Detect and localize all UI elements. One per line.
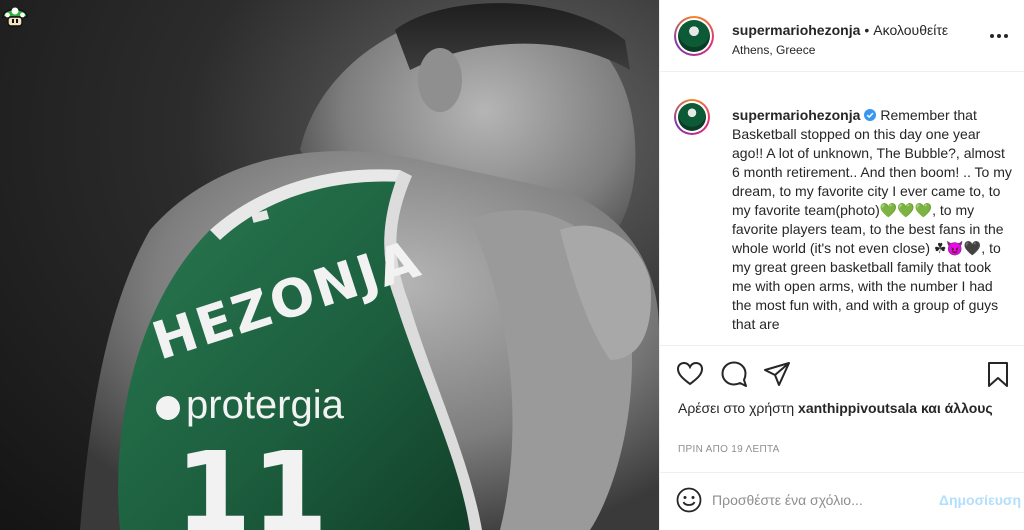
post-actions (660, 345, 1024, 395)
caption-section: supermariohezonja Remember that Basketbal… (660, 73, 1024, 345)
post-comment-button[interactable]: Δημοσίευση (939, 492, 1021, 508)
likes-others-link[interactable]: και άλλους (921, 400, 993, 416)
jersey-number: 11 (175, 428, 328, 530)
likes-line: Αρέσει στο χρήστη xanthippivoutsala και … (678, 399, 1008, 418)
location-link[interactable]: Athens, Greece (732, 43, 815, 57)
username-link[interactable]: supermariohezonja (732, 22, 860, 38)
caption-body: Remember that Basketball stopped on this… (732, 107, 1012, 332)
caption-username-link[interactable]: supermariohezonja (732, 107, 860, 123)
avatar[interactable] (674, 16, 714, 56)
post-timestamp[interactable]: ΠΡΙΝ ΑΠΟ 19 ΛΕΠΤΑ (678, 444, 780, 455)
more-options-icon[interactable] (987, 28, 1011, 44)
separator-dot: • (864, 22, 870, 38)
post-header: supermariohezonja • Ακολουθείτε Athens, Gr… (660, 0, 1024, 72)
bookmark-icon[interactable] (984, 360, 1012, 388)
likes-prefix: Αρέσει στο χρήστη (678, 400, 795, 416)
caption-avatar[interactable] (674, 99, 710, 135)
verified-badge-icon (864, 109, 877, 121)
follow-status-button[interactable]: Ακολουθείτε (873, 22, 948, 38)
emoji-icon[interactable] (676, 487, 702, 513)
mushroom-icon (2, 7, 28, 27)
share-icon[interactable] (763, 360, 791, 388)
caption-text-block: supermariohezonja Remember that Basketbal… (732, 106, 1012, 334)
comment-icon[interactable] (720, 360, 748, 388)
header-user-line: supermariohezonja • Ακολουθείτε (732, 22, 948, 38)
comment-input[interactable] (712, 487, 912, 513)
comment-bar: Δημοσίευση (660, 472, 1024, 530)
liker-username-link[interactable]: xanthippivoutsala (798, 400, 917, 416)
jersey-sponsor: protergia (186, 383, 345, 427)
post-side-panel: supermariohezonja • Ακολουθείτε Athens, Gr… (659, 0, 1024, 530)
player-photo: HEZONJA protergia 11 (80, 3, 659, 530)
heart-icon[interactable] (676, 360, 704, 388)
post-photo[interactable]: HEZONJA protergia 11 (0, 0, 659, 530)
